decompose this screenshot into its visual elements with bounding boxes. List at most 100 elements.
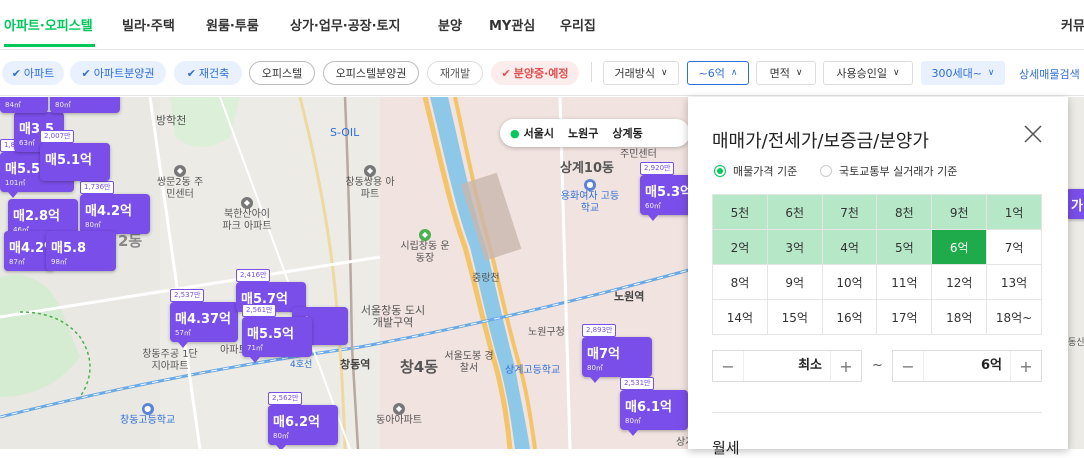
nav-villa-house[interactable]: 빌라·주택 [122,15,175,34]
price-option[interactable]: 17억 [876,299,933,335]
price-option[interactable]: 2억 [712,229,768,265]
price-option-selected[interactable]: 6억 [931,229,988,265]
radio-actual-transaction[interactable]: 국토교통부 실거래가 기준 [820,163,957,179]
dropdown-approval-date[interactable]: 사용승인일 ∨ [823,61,913,85]
listing-marker[interactable]: 2,562만 매6.2억 80㎡ [268,392,338,449]
check-icon: ✔ [11,66,21,80]
price-option[interactable]: 9천 [931,194,988,230]
price-option[interactable]: 16억 [821,299,878,335]
price-option[interactable]: 12억 [931,264,988,300]
location-city[interactable]: 서울시 [524,125,554,141]
price-option[interactable]: 15억 [766,299,823,335]
listing-marker[interactable]: 2,893만 매7억 80㎡ [582,324,652,383]
radio-button-off [820,165,832,177]
range-separator: ~ [872,358,883,373]
plus-button[interactable]: + [831,357,861,376]
price-option[interactable]: 18억~ [986,299,1042,335]
monthly-rent-section-title: 월세 [712,439,740,457]
price-option[interactable]: 6천 [766,194,823,230]
radio-listing-price[interactable]: 매물가격 기준 [714,163,797,179]
price-option[interactable]: 11억 [876,264,933,300]
price-option[interactable]: 13억 [986,264,1042,300]
location-dong[interactable]: 상계동 [612,125,642,141]
filter-chip-officetel[interactable]: 오피스텔 [249,61,315,85]
listing-marker[interactable]: 2,531만 매6.1억 80㎡ [620,377,688,436]
radio-button-on [714,165,726,177]
filter-bar: ✔ 아파트 ✔ 아파트분양권 ✔ 재건축 오피스텔 오피스텔분양권 재개발 ✔ 분양중·… [0,50,1084,96]
max-price-stepper: − 6억 + [892,350,1042,382]
price-option[interactable]: 4억 [821,229,878,265]
nav-my-home[interactable]: 우리집 [560,15,596,34]
listing-marker[interactable]: 80㎡ [50,97,120,113]
listing-marker[interactable]: 2,007만 매5.1억 [40,130,110,181]
minus-button[interactable]: − [893,357,923,376]
nav-presale[interactable]: 분양 [438,15,462,34]
dropdown-trade-type[interactable]: 거래방식 ∨ [603,61,679,85]
price-option[interactable]: 14억 [712,299,768,335]
price-option[interactable]: 8억 [712,264,768,300]
minus-button[interactable]: − [713,357,743,376]
dropdown-area[interactable]: 면적 ∨ [756,61,816,85]
nav-community[interactable]: 커뮤 [1061,15,1084,34]
filter-chip-apartment-presale-right[interactable]: ✔ 아파트분양권 [70,61,166,85]
chevron-down-icon: ∨ [893,68,900,78]
filter-chip-redevelopment[interactable]: 재개발 [427,61,483,85]
map-label: 2동 [118,232,143,250]
nav-commercial[interactable]: 상가·업무·공장·토지 [290,15,401,34]
map-label: 창동주공 1단지아파트 [142,349,198,372]
dropdown-households[interactable]: 300세대~ ∨ [921,61,1005,85]
nav-my-interest[interactable]: MY관심 [489,15,535,34]
price-option[interactable]: 7억 [986,229,1042,265]
filter-chip-officetel-presale-right[interactable]: 오피스텔분양권 [323,61,419,85]
price-option[interactable]: 3억 [766,229,823,265]
min-price-stepper: − 최소 + [712,350,862,382]
listing-marker[interactable]: 84㎡ [0,97,48,113]
map-label: 4호선 [290,360,313,370]
map-label: 주민센터 [620,149,657,160]
map-label: ● 창동고등학교 [120,403,176,426]
map-label: 창4동 [400,358,439,376]
max-price-value[interactable]: 6억 [923,351,1011,381]
nav-apartment-officetel[interactable]: 아파트·오피스텔 [4,15,93,34]
close-icon[interactable] [1022,123,1044,145]
listing-marker[interactable]: 가 [1066,189,1084,219]
filter-chip-presale-ongoing[interactable]: ✔ 분양중·예정 [491,61,579,85]
filter-chip-apartment[interactable]: ✔ 아파트 [2,61,64,85]
price-option[interactable]: 18억 [931,299,988,335]
chevron-down-icon: ∨ [660,68,668,78]
nav-oneroom-tworoom[interactable]: 원룸·투룸 [206,15,259,34]
chevron-down-icon: ∨ [795,68,803,78]
detail-search-link[interactable]: 상세매물검색 [1019,66,1080,82]
price-filter-panel: 매매가/전세가/보증금/분양가 매물가격 기준 국토교통부 실거래가 기준 5천… [688,97,1068,457]
listing-marker[interactable]: 매5.8 98㎡ [46,231,116,271]
price-option[interactable]: 5천 [712,194,768,230]
map-label: 노원역 [614,290,645,303]
min-price-value[interactable]: 최소 [743,351,831,381]
dropdown-price[interactable]: ~6억 ∧ [687,61,749,85]
location-district[interactable]: 노원구 [568,125,598,141]
map-label: 서울도봉 경찰서 [444,351,494,374]
price-option[interactable]: 1억 [986,194,1042,230]
check-icon: ✔ [501,66,511,80]
map-label: 창동역 [340,358,371,371]
nav-active-underline [4,44,95,47]
filter-chip-reconstruction[interactable]: ✔ 재건축 [174,61,242,85]
map-label: 상계고등학교 [505,365,561,376]
price-grid: 5천 6천 7천 8천 9천 1억 2억 3억 4억 5억 6억 7억 8억 9… [712,194,1042,335]
listing-marker[interactable]: 2,561만 매5.5억 71㎡ [242,304,312,363]
price-option[interactable]: 10억 [821,264,878,300]
building-icon: ◆ [174,165,186,177]
location-breadcrumb[interactable]: ● 서울시 노원구 상계동 [500,119,690,147]
price-option[interactable]: 8천 [876,194,933,230]
price-option[interactable]: 9억 [766,264,823,300]
school-icon: ● [584,179,596,191]
map-label: ◆ 북한산아이파크 아파트 [222,197,272,232]
map-label: S-OIL [330,126,360,139]
plus-button[interactable]: + [1011,357,1041,376]
price-option[interactable]: 5억 [876,229,933,265]
building-icon: ◆ [393,403,405,415]
listing-marker[interactable]: 1,736만 매4.2억 80㎡ [80,181,150,240]
map-label: 상계10동 [560,161,614,176]
price-option[interactable]: 7천 [821,194,878,230]
listing-marker[interactable]: 2,537만 매4.37억 57㎡ [170,289,238,348]
